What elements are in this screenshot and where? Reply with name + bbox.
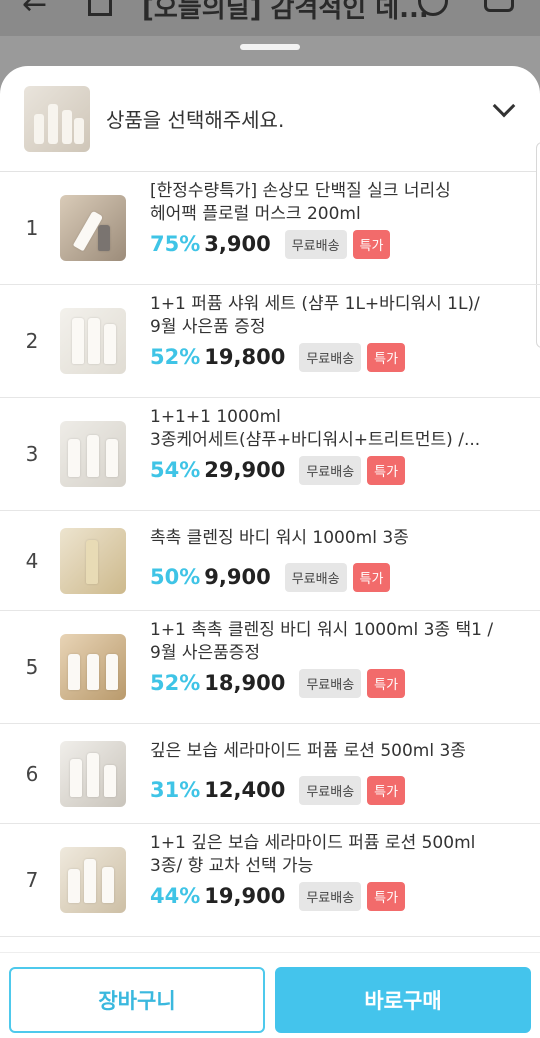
price-row: 54% 29,900 무료배송 특가	[150, 455, 406, 485]
special-badge: 특가	[367, 881, 406, 911]
page-title: [오늘의딜] 감격적인 데...	[142, 0, 429, 24]
list-item[interactable]: 7 1+1 깊은 보습 세라마이드 퍼퓸 로션 500ml 3종/ 향 교차 선택…	[0, 824, 540, 937]
product-name: 깊은 보습 세라마이드 퍼퓸 로션 500ml 3종	[150, 741, 466, 761]
chevron-down-icon[interactable]	[492, 94, 516, 118]
list-item[interactable]: 1 [한정수량특가] 손상모 단백질 실크 너리싱 헤어팩 플로럴 머스크 200…	[0, 172, 540, 285]
product-image	[60, 195, 126, 261]
product-name: 1+1 퍼퓸 샤워 세트 (샴푸 1L+바디워시 1L)/9월 사은품 증정	[150, 294, 480, 337]
special-badge: 특가	[352, 229, 391, 259]
bottom-action-bar: 장바구니 바로구매	[0, 952, 540, 1038]
product-image	[60, 421, 126, 487]
price: 3,900	[204, 232, 271, 256]
list-item[interactable]: 2 1+1 퍼퓸 샤워 세트 (샴푸 1L+바디워시 1L)/9월 사은품 증정…	[0, 285, 540, 398]
list-item[interactable]: 6 깊은 보습 세라마이드 퍼퓸 로션 500ml 3종 31% 12,400 …	[0, 724, 540, 824]
discount-rate: 44%	[150, 884, 201, 908]
discount-rate: 54%	[150, 458, 201, 482]
discount-rate: 52%	[150, 671, 201, 695]
price-row: 50% 9,900 무료배송 특가	[150, 562, 391, 592]
price: 29,900	[204, 458, 286, 482]
price: 12,400	[204, 778, 286, 802]
product-selector[interactable]: 상품을 선택해주세요.	[0, 66, 540, 172]
product-name: 1+1 촉촉 클렌징 바디 워시 1000ml 3종 택1 /9월 사은품증정	[150, 620, 494, 663]
product-image	[60, 741, 126, 807]
discount-rate: 52%	[150, 345, 201, 369]
price-row: 44% 19,900 무료배송 특가	[150, 881, 406, 911]
product-name: 촉촉 클렌징 바디 워시 1000ml 3종	[150, 528, 409, 548]
price-row: 52% 18,900 무료배송 특가	[150, 668, 406, 698]
product-name: [한정수량특가] 손상모 단백질 실크 너리싱 헤어팩 플로럴 머스크 200ml	[150, 181, 451, 224]
item-rank: 2	[25, 329, 39, 353]
buy-now-button[interactable]: 바로구매	[275, 967, 531, 1033]
discount-rate: 31%	[150, 778, 201, 802]
product-image	[60, 528, 126, 594]
product-image	[60, 308, 126, 374]
list-item[interactable]: 4 촉촉 클렌징 바디 워시 1000ml 3종 50% 9,900 무료배송 …	[0, 511, 540, 611]
list-item[interactable]: 5 1+1 촉촉 클렌징 바디 워시 1000ml 3종 택1 /9월 사은품증…	[0, 611, 540, 724]
product-list: 1 [한정수량특가] 손상모 단백질 실크 너리싱 헤어팩 플로럴 머스크 200…	[0, 172, 540, 937]
product-image	[60, 847, 126, 913]
item-rank: 6	[25, 762, 39, 786]
item-rank: 5	[25, 655, 39, 679]
option-bottom-sheet: 상품을 선택해주세요. 1 [한정수량특가] 손상모 단백질 실크 너리싱 헤어팩…	[0, 66, 540, 1038]
price-row: 75% 3,900 무료배송 특가	[150, 229, 391, 259]
product-image	[60, 634, 126, 700]
price: 19,800	[204, 345, 286, 369]
price-row: 31% 12,400 무료배송 특가	[150, 775, 406, 805]
discount-rate: 50%	[150, 565, 201, 589]
special-badge: 특가	[367, 668, 406, 698]
free-shipping-badge: 무료배송	[284, 229, 347, 259]
discount-rate: 75%	[150, 232, 201, 256]
price-row: 52% 19,800 무료배송 특가	[150, 342, 406, 372]
special-badge: 특가	[367, 775, 406, 805]
product-name: 1+1 깊은 보습 세라마이드 퍼퓸 로션 500ml 3종/ 향 교차 선택 가…	[150, 833, 476, 876]
cart-icon[interactable]	[484, 0, 514, 12]
list-item[interactable]: 3 1+1+1 1000ml 3종케어세트(샴푸+바디워시+트리트먼트) /...…	[0, 398, 540, 511]
item-rank: 3	[25, 442, 39, 466]
free-shipping-badge: 무료배송	[299, 881, 362, 911]
special-badge: 특가	[367, 455, 406, 485]
free-shipping-badge: 무료배송	[299, 455, 362, 485]
free-shipping-badge: 무료배송	[284, 562, 347, 592]
free-shipping-badge: 무료배송	[299, 668, 362, 698]
special-badge: 특가	[367, 342, 406, 372]
special-badge: 특가	[352, 562, 391, 592]
back-arrow-icon[interactable]: ←	[22, 0, 47, 20]
item-rank: 1	[25, 216, 39, 240]
item-rank: 4	[25, 549, 39, 573]
price: 18,900	[204, 671, 286, 695]
selector-label: 상품을 선택해주세요.	[106, 108, 285, 132]
price: 19,900	[204, 884, 286, 908]
home-icon[interactable]	[88, 0, 112, 16]
add-to-cart-button[interactable]: 장바구니	[9, 967, 265, 1033]
free-shipping-badge: 무료배송	[299, 342, 362, 372]
item-rank: 7	[25, 868, 39, 892]
free-shipping-badge: 무료배송	[299, 775, 362, 805]
selector-thumbnail	[24, 86, 90, 152]
app-bar: ← [오늘의딜] 감격적인 데...	[0, 0, 540, 36]
product-name: 1+1+1 1000ml 3종케어세트(샴푸+바디워시+트리트먼트) /...	[150, 407, 481, 450]
sheet-drag-handle[interactable]	[240, 44, 300, 50]
price: 9,900	[204, 565, 271, 589]
